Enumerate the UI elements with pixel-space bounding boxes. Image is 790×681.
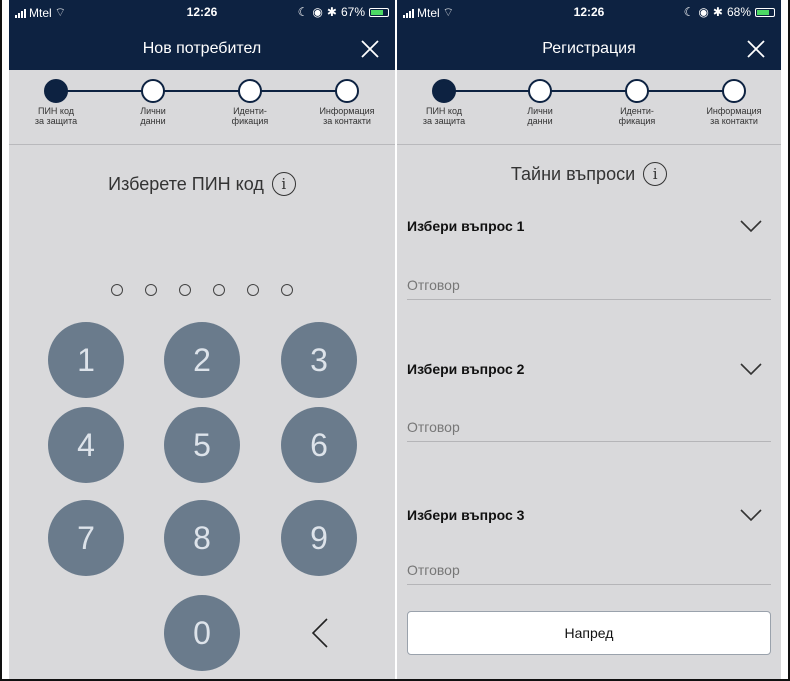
step-identification: Иденти-фикация (592, 79, 682, 126)
moon-icon: ☾ (683, 5, 695, 19)
step-dot (335, 79, 359, 103)
pin-heading-text: Изберете ПИН код (108, 173, 264, 194)
nav-bar: Нов потребител (9, 30, 395, 70)
step-pin: ПИН код за защита (399, 79, 489, 126)
key-3[interactable]: 3 (281, 322, 357, 398)
question-1-select[interactable]: Избери въпрос 1 (407, 212, 769, 242)
next-button[interactable]: Напред (407, 611, 771, 655)
question-label: Избери въпрос 3 (407, 507, 525, 523)
key-0[interactable]: 0 (164, 595, 240, 671)
pin-heading: Изберете ПИН код i (9, 172, 395, 196)
step-dot (722, 79, 746, 103)
step-label: Информация за контакти (319, 106, 375, 126)
status-right: ☾ ◉ ✱ 67% (298, 5, 389, 19)
answer-3-input[interactable] (407, 555, 771, 584)
answer-2-input[interactable] (407, 412, 771, 441)
step-contacts: Информация за контакти (689, 79, 779, 126)
battery-icon (755, 7, 775, 17)
key-8[interactable]: 8 (164, 500, 240, 576)
key-4[interactable]: 4 (48, 407, 124, 483)
key-7[interactable]: 7 (48, 500, 124, 576)
pin-screen: Mtel ⌔ 12:26 ☾ ◉ ✱ 67% Нов потребител ПИ… (9, 0, 395, 679)
info-icon[interactable]: i (271, 172, 296, 196)
answer-1-input[interactable] (407, 270, 771, 299)
battery-icon (369, 7, 389, 17)
question-label: Избери въпрос 2 (407, 361, 525, 377)
close-icon[interactable] (359, 38, 381, 60)
bluetooth-icon: ✱ (326, 5, 337, 19)
questions-screen: Mtel ⌔ 12:26 ☾ ◉ ✱ 68% Регистрация ПИН к… (397, 0, 781, 679)
step-label: ПИН код за защита (422, 106, 466, 126)
step-label: Лични данни (140, 106, 166, 126)
key-6[interactable]: 6 (281, 407, 357, 483)
step-label: Иденти-фикация (618, 106, 656, 126)
answer-1-field[interactable] (407, 270, 771, 300)
chevron-down-icon (740, 220, 762, 233)
pin-indicator (9, 284, 395, 296)
nav-bar: Регистрация (397, 30, 781, 70)
battery-percent: 68% (726, 5, 751, 19)
step-personal: Лични данни (495, 79, 585, 126)
backspace-chevron-icon[interactable] (301, 613, 341, 653)
key-9[interactable]: 9 (281, 500, 357, 576)
step-personal: Лични данни (108, 79, 198, 126)
step-pin: ПИН код за защита (11, 79, 101, 126)
key-5[interactable]: 5 (164, 407, 240, 483)
step-label: Лични данни (527, 106, 553, 126)
bluetooth-icon: ✱ (712, 5, 723, 19)
page-title: Нов потребител (142, 40, 262, 57)
questions-heading: Тайни въпроси i (397, 162, 781, 186)
status-bar: Mtel ⌔ 12:26 ☾ ◉ ✱ 68% (397, 0, 781, 30)
answer-3-field[interactable] (407, 555, 771, 585)
chevron-down-icon (740, 509, 762, 522)
close-icon[interactable] (745, 38, 767, 60)
questions-heading-text: Тайни въпроси (510, 163, 636, 184)
step-dot (238, 79, 262, 103)
progress-stepper: ПИН код за защита Лични данни Иденти-фикац… (9, 70, 395, 145)
lock-rotation-icon: ◉ (312, 5, 323, 19)
question-3-select[interactable]: Избери въпрос 3 (407, 501, 769, 531)
step-label: Информация за контакти (706, 106, 762, 126)
step-identification: Иденти-фикация (205, 79, 295, 126)
battery-percent: 67% (340, 5, 365, 19)
pin-dot (179, 284, 191, 296)
status-right: ☾ ◉ ✱ 68% (684, 5, 775, 19)
step-contacts: Информация за контакти (302, 79, 392, 126)
step-dot (141, 79, 165, 103)
moon-icon: ☾ (297, 5, 309, 19)
pin-dot (111, 284, 123, 296)
pin-dot (145, 284, 157, 296)
status-bar: Mtel ⌔ 12:26 ☾ ◉ ✱ 67% (9, 0, 395, 30)
step-dot (625, 79, 649, 103)
question-2-select[interactable]: Избери въпрос 2 (407, 355, 769, 385)
step-dot (44, 79, 68, 103)
key-1[interactable]: 1 (48, 322, 124, 398)
step-label: ПИН код за защита (34, 106, 78, 126)
info-icon[interactable]: i (643, 162, 668, 186)
progress-stepper: ПИН код за защита Лични данни Иденти-фикац… (397, 70, 781, 145)
pin-dot (213, 284, 225, 296)
chevron-down-icon (740, 363, 762, 376)
step-dot (432, 79, 456, 103)
key-2[interactable]: 2 (164, 322, 240, 398)
page-title: Регистрация (542, 40, 636, 57)
step-label: Иденти-фикация (231, 106, 269, 126)
lock-rotation-icon: ◉ (698, 5, 709, 19)
pin-dot (247, 284, 259, 296)
pin-dot (281, 284, 293, 296)
answer-2-field[interactable] (407, 412, 771, 442)
step-dot (528, 79, 552, 103)
question-label: Избери въпрос 1 (407, 218, 525, 234)
